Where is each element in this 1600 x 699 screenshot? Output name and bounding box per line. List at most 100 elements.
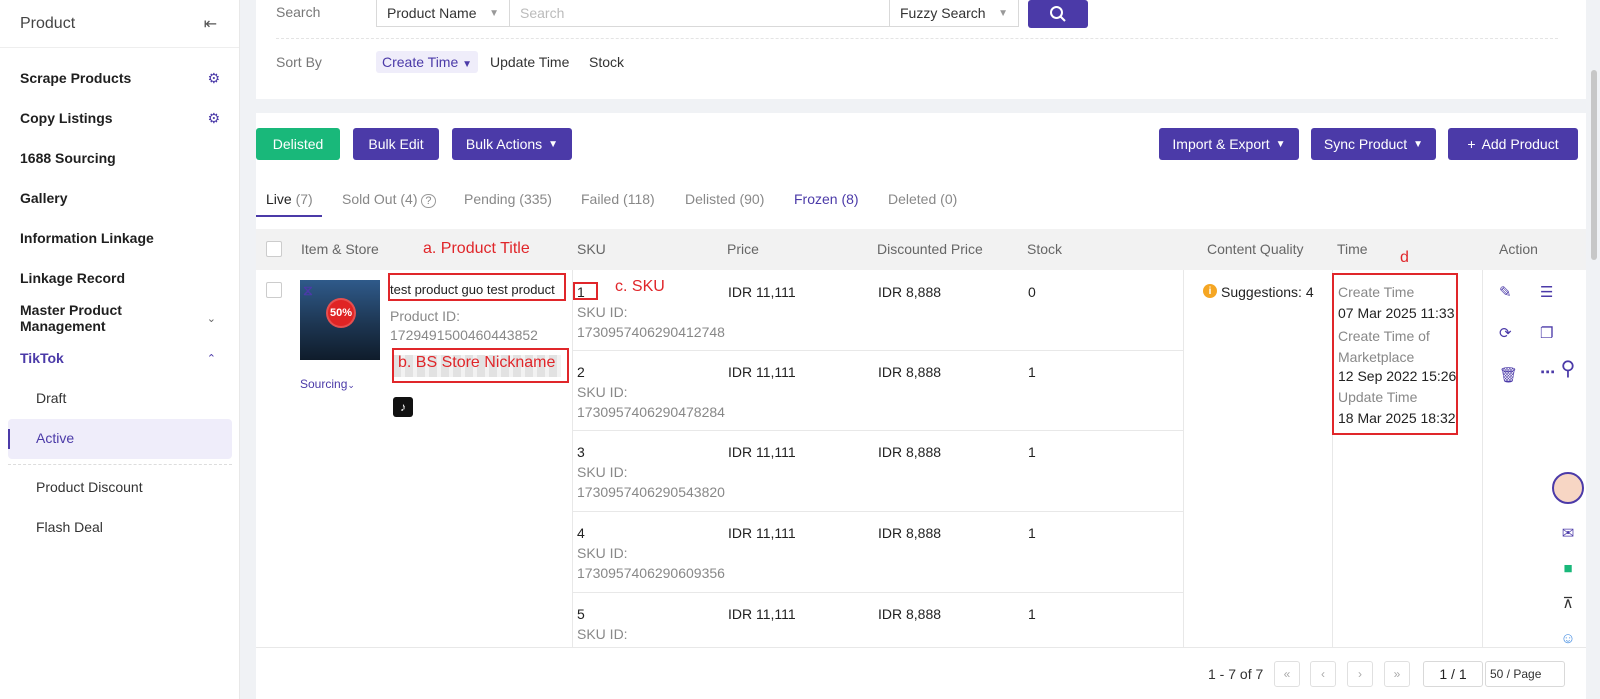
select-all-checkbox[interactable] [266,241,282,257]
sync-icon[interactable]: ⟳ [1499,324,1512,342]
search-field-select[interactable]: Product Name ▼ [376,0,510,27]
tiktok-icon: ♪ [393,397,413,417]
next-page-button[interactable]: › [1347,661,1373,687]
page-input[interactable]: 1 / 1 [1423,661,1483,687]
search-button[interactable] [1028,0,1088,28]
sku-value: 4 [577,525,585,541]
sidebar-item-master-product-management[interactable]: Master Product Management ⌄ [20,302,220,334]
tab-label: Pending [464,191,516,207]
sidebar-item-scrape-products[interactable]: Scrape Products ⚙ [20,67,220,89]
gear-icon[interactable]: ⚙ [207,110,220,127]
discount-badge: 50% [326,298,356,328]
search-input[interactable]: Search [509,0,890,27]
delisted-button[interactable]: Delisted [256,128,340,160]
sku-value: 2 [577,364,585,380]
sort-label: Sort By [276,54,322,70]
first-page-button[interactable]: « [1274,661,1300,687]
support-avatar[interactable] [1550,470,1586,506]
help-icon[interactable]: ? [421,194,436,208]
tab-frozen[interactable]: Frozen (8) [794,191,859,207]
book-icon[interactable]: ■ [1550,550,1586,586]
tab-delisted[interactable]: Delisted (90) [685,191,764,207]
sidebar-item-flash-deal[interactable]: Flash Deal [36,519,103,535]
sort-create-time[interactable]: Create Time ▼ [376,51,479,73]
sku-id: 1730957406290609356 [577,565,725,581]
sidebar-item-draft[interactable]: Draft [36,390,66,406]
sidebar-item-information-linkage[interactable]: Information Linkage [20,227,220,249]
sku-discounted-price: IDR 8,888 [878,364,942,380]
collapse-menu-icon[interactable]: ⇤ [204,14,217,34]
header-content-quality: Content Quality [1207,241,1304,257]
sidebar-item-gallery[interactable]: Gallery [20,187,220,209]
bulk-actions-button[interactable]: Bulk Actions ▼ [452,128,572,160]
search-label: Search [276,4,321,20]
content-quality-suggestions[interactable]: Suggestions: 4 [1221,284,1314,300]
tab-label: Delisted [685,191,736,207]
column-divider [1482,270,1483,648]
column-divider [1183,270,1184,648]
tab-count: (118) [623,191,655,207]
sku-price: IDR 11,111 [728,284,796,300]
sync-product-button[interactable]: Sync Product ▼ [1311,128,1436,160]
row-checkbox[interactable] [266,282,282,298]
copy-icon[interactable]: ❐ [1540,324,1553,342]
sourcing-label: Sourcing [300,377,348,391]
prev-page-button[interactable]: ‹ [1310,661,1336,687]
annotation-sku: c. SKU [615,278,665,295]
sku-discounted-price: IDR 8,888 [878,525,942,541]
tab-deleted[interactable]: Deleted (0) [888,191,957,207]
trash-icon[interactable]: 🗑 [1499,366,1518,384]
header-action: Action [1499,241,1538,257]
list-edit-icon[interactable]: ☰ [1540,283,1553,301]
tab-label: Sold Out [342,191,397,207]
tab-failed[interactable]: Failed (118) [581,191,655,207]
sourcing-dropdown[interactable]: Sourcing⌄ [300,377,355,391]
header-discounted-price: Discounted Price [877,241,983,257]
page-size-select[interactable]: 50 / Page [1485,661,1565,687]
row-divider [572,511,1183,512]
sidebar-item-label: Linkage Record [20,270,126,286]
sidebar-item-product-discount[interactable]: Product Discount [36,479,143,495]
sku-value: 5 [577,606,585,622]
helper-icon[interactable]: ☺ [1550,620,1586,656]
tab-live[interactable]: Live (7) [266,191,313,207]
tab-label: Live [266,191,292,207]
sidebar-item-copy-listings[interactable]: Copy Listings ⚙ [20,107,220,129]
search-mode-select[interactable]: Fuzzy Search ▼ [889,0,1019,27]
sidebar-item-tiktok[interactable]: TikTok ⌃ [20,347,220,369]
import-export-button[interactable]: Import & Export ▼ [1159,128,1299,160]
header-item-store: Item & Store [301,241,379,257]
sort-update-time[interactable]: Update Time [490,54,569,70]
header-stock: Stock [1027,241,1063,257]
add-product-label: Add Product [1481,136,1559,152]
sidebar-item-linkage-record[interactable]: Linkage Record [20,267,220,289]
add-product-button[interactable]: + Add Product [1448,128,1578,160]
annotation-box-sku [573,282,598,300]
back-to-top-icon[interactable]: ⊼ [1550,585,1586,621]
chevron-up-icon: ⌃ [206,352,216,365]
sku-stock: 1 [1028,606,1036,622]
page-scrollbar[interactable] [1591,70,1597,260]
edit-icon[interactable]: ✎ [1499,283,1512,301]
sidebar-item-label: Master Product Management [20,302,122,334]
sidebar-item-active[interactable]: Active [36,430,74,446]
table-bottom-border [256,647,1586,648]
tab-count: (335) [519,191,552,207]
sidebar-item-1688-sourcing[interactable]: 1688 Sourcing [20,147,220,169]
gear-icon[interactable]: ⚙ [207,70,220,87]
chat-icon[interactable]: ✉ [1550,515,1586,551]
sync-product-label: Sync Product [1323,136,1408,152]
page-size-value: 50 / Page [1490,667,1542,681]
tab-sold-out[interactable]: Sold Out (4) ? [342,191,436,208]
sort-create-time-label: Create Time [382,54,459,70]
sort-stock[interactable]: Stock [589,54,624,70]
bulk-edit-button[interactable]: Bulk Edit [353,128,439,160]
tab-count: (8) [841,191,859,207]
sku-price: IDR 11,111 [728,444,796,460]
sku-id-label: SKU ID: [577,304,628,320]
search-icon[interactable]: ⚲ [1550,350,1586,386]
sku-stock: 1 [1028,364,1036,380]
sidebar-title: Product [20,14,76,32]
last-page-button[interactable]: » [1384,661,1410,687]
tab-pending[interactable]: Pending (335) [464,191,552,207]
